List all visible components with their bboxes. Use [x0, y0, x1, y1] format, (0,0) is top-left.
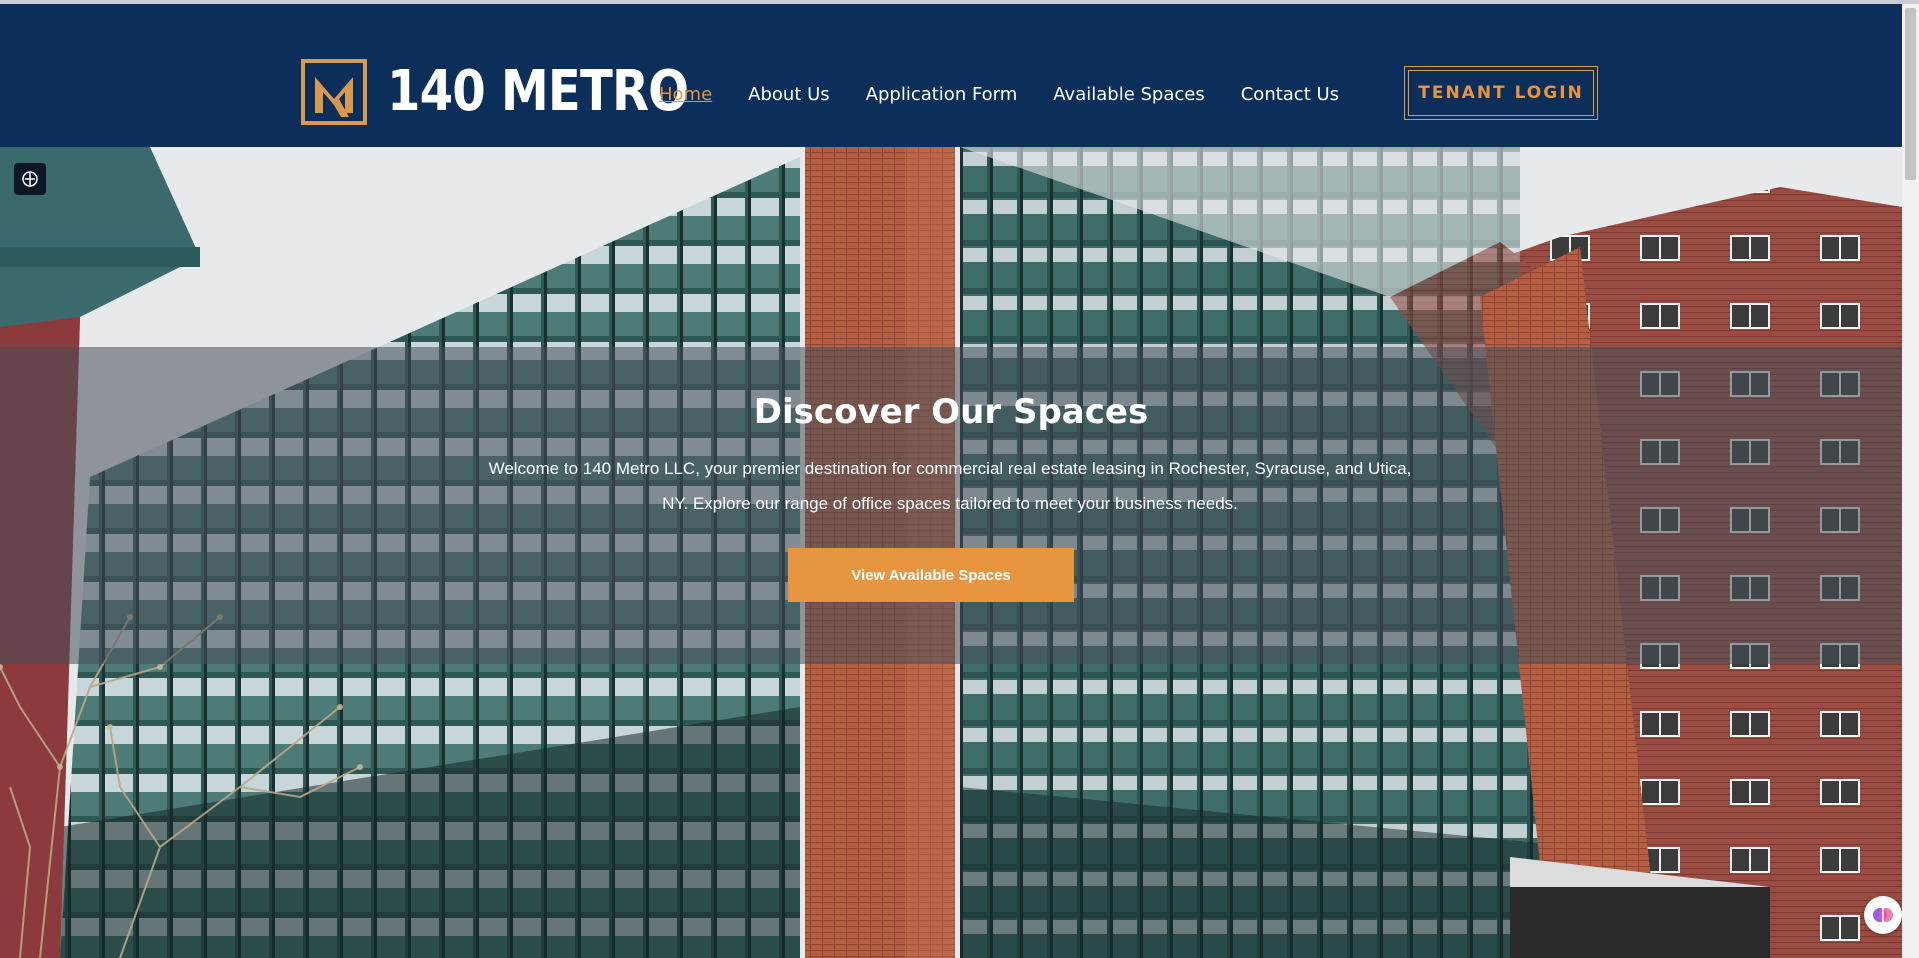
logo-mark-icon	[301, 59, 367, 125]
nav-home[interactable]: Home	[659, 82, 712, 108]
accessibility-widget[interactable]	[14, 163, 46, 195]
nav-application-form[interactable]: Application Form	[866, 82, 1018, 108]
button-inner-border	[1408, 70, 1594, 116]
hero-title: Discover Our Spaces	[753, 392, 1149, 432]
main-nav: Home About Us Application Form Available…	[659, 82, 1375, 108]
hero-description: Welcome to 140 Metro LLC, your premier d…	[488, 459, 1412, 513]
page-scrollbar[interactable]	[1902, 4, 1919, 958]
ai-assistant-icon	[1873, 908, 1893, 922]
accessibility-icon	[22, 171, 38, 187]
nav-contact-us[interactable]: Contact Us	[1241, 82, 1339, 108]
view-available-spaces-button[interactable]: View Available Spaces	[788, 548, 1074, 602]
nav-about-us[interactable]: About Us	[748, 82, 830, 108]
tenant-login-button[interactable]: TENANT LOGIN	[1404, 66, 1598, 120]
hero-section: Discover Our Spaces Welcome to 140 Metro…	[0, 147, 1902, 958]
scrollbar-thumb[interactable]	[1905, 8, 1916, 180]
nav-available-spaces[interactable]: Available Spaces	[1053, 82, 1204, 108]
site-header: 140 METRO Home About Us Application Form…	[0, 4, 1902, 147]
logo-text: 140 METRO	[387, 59, 689, 124]
ai-assistant-widget[interactable]	[1864, 896, 1902, 934]
